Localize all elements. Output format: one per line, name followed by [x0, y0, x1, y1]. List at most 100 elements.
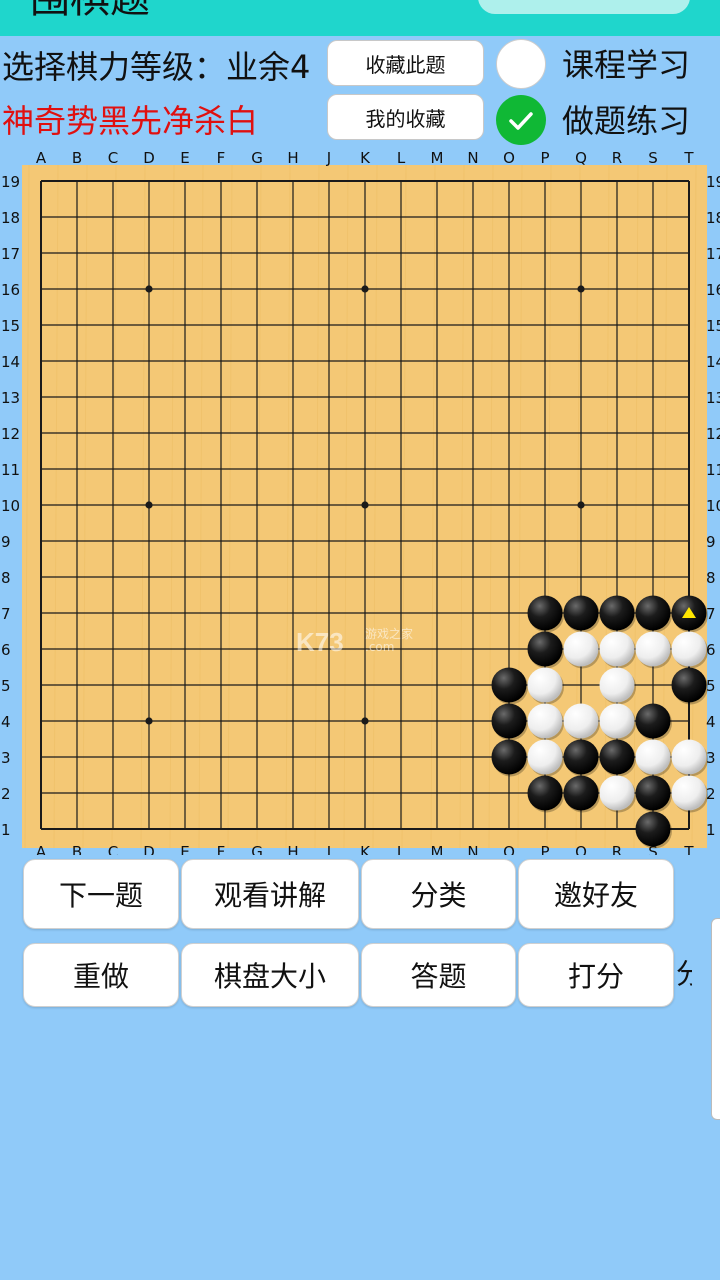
black-stone[interactable]: [671, 667, 707, 703]
white-stone[interactable]: [599, 667, 635, 703]
practice-mode-label[interactable]: 做题练习: [562, 96, 690, 142]
board-size-button[interactable]: 棋盘大小: [181, 943, 359, 1007]
column-label: E: [180, 149, 189, 167]
column-label: G: [251, 149, 263, 167]
column-label: Q: [575, 149, 587, 167]
white-stone[interactable]: [563, 631, 599, 667]
black-stone[interactable]: [599, 595, 635, 631]
black-stone[interactable]: [527, 631, 563, 667]
white-stone[interactable]: [527, 739, 563, 775]
my-bookmarks-button[interactable]: 我的收藏: [327, 94, 484, 140]
column-label: N: [467, 149, 478, 167]
row-label: 15: [1, 317, 20, 335]
row-label: 17: [1, 245, 20, 263]
column-label-bottom: B: [72, 843, 82, 855]
top-pill[interactable]: [478, 0, 690, 14]
black-stone[interactable]: [563, 595, 599, 631]
course-mode-label[interactable]: 课程学习: [562, 40, 690, 86]
checkmark-icon: [509, 112, 533, 130]
white-stone[interactable]: [527, 667, 563, 703]
watermark-domain: .com: [365, 640, 394, 654]
problem-title: 神奇势黑先净杀白: [2, 102, 259, 140]
practice-mode-radio[interactable]: [496, 95, 546, 145]
column-label: K: [360, 149, 371, 167]
black-stone[interactable]: [635, 595, 671, 631]
column-label-bottom: C: [108, 843, 118, 855]
white-stone[interactable]: [671, 631, 707, 667]
column-label-bottom: J: [326, 843, 331, 855]
row-label: 6: [1, 641, 11, 659]
column-label: D: [143, 149, 155, 167]
star-point: [361, 501, 369, 509]
app-title-cut: 围棋题: [30, 0, 150, 24]
column-label: S: [648, 149, 658, 167]
star-point: [145, 501, 153, 509]
column-label-bottom: T: [683, 843, 694, 855]
column-label-bottom: M: [431, 843, 444, 855]
white-stone[interactable]: [563, 703, 599, 739]
level-selector[interactable]: 选择棋力等级：业余4: [2, 42, 327, 88]
row-label: 9: [1, 533, 11, 551]
column-label: C: [108, 149, 118, 167]
watch-explanation-button[interactable]: 观看讲解: [181, 859, 359, 929]
row-label-right: 19: [706, 173, 720, 191]
column-label: L: [397, 149, 406, 167]
white-stone[interactable]: [599, 775, 635, 811]
column-label-bottom: H: [287, 843, 298, 855]
row-label: 10: [1, 497, 20, 515]
white-stone[interactable]: [635, 739, 671, 775]
white-stone[interactable]: [635, 631, 671, 667]
row-label: 14: [1, 353, 20, 371]
white-stone[interactable]: [527, 703, 563, 739]
black-stone[interactable]: [635, 811, 671, 847]
column-label-bottom: E: [180, 843, 189, 855]
row-label: 2: [1, 785, 11, 803]
row-label-right: 8: [706, 569, 716, 587]
row-label: 8: [1, 569, 11, 587]
invite-friends-button[interactable]: 邀好友: [518, 859, 674, 929]
top-banner: 围棋题: [0, 0, 720, 36]
black-stone[interactable]: [527, 595, 563, 631]
category-button[interactable]: 分类: [361, 859, 516, 929]
black-stone[interactable]: [563, 775, 599, 811]
star-point: [361, 285, 369, 293]
column-label: P: [540, 149, 549, 167]
star-point: [145, 285, 153, 293]
white-stone[interactable]: [671, 739, 707, 775]
side-scroll-handle[interactable]: [711, 918, 720, 1120]
column-label-bottom: P: [540, 843, 549, 855]
column-label-bottom: K: [360, 843, 371, 855]
column-label-bottom: F: [217, 843, 226, 855]
next-problem-button[interactable]: 下一题: [23, 859, 179, 929]
column-label-bottom: O: [503, 843, 515, 855]
redo-button[interactable]: 重做: [23, 943, 179, 1007]
go-board-area: ABCDEFGHJKLMNOPQRST ABCDEFGHJKLMNOPQRST …: [0, 145, 720, 861]
bookmark-problem-button[interactable]: 收藏此题: [327, 40, 484, 86]
column-label-bottom: R: [612, 843, 622, 855]
row-label: 7: [1, 605, 11, 623]
watermark-brand: K73: [296, 627, 344, 657]
black-stone[interactable]: [563, 739, 599, 775]
white-stone[interactable]: [671, 775, 707, 811]
row-label: 5: [1, 677, 11, 695]
answer-button[interactable]: 答题: [361, 943, 516, 1007]
row-label-right: 18: [706, 209, 720, 227]
star-point: [145, 717, 153, 725]
black-stone[interactable]: [635, 703, 671, 739]
row-label-right: 10: [706, 497, 720, 515]
black-stone[interactable]: [491, 703, 527, 739]
column-label-bottom: G: [251, 843, 263, 855]
black-stone[interactable]: [491, 739, 527, 775]
black-stone[interactable]: [599, 739, 635, 775]
row-label: 12: [1, 425, 20, 443]
black-stone[interactable]: [491, 667, 527, 703]
row-label-right: 15: [706, 317, 720, 335]
rate-button[interactable]: 打分: [518, 943, 674, 1007]
white-stone[interactable]: [599, 703, 635, 739]
course-mode-radio[interactable]: [496, 39, 546, 89]
black-stone[interactable]: [527, 775, 563, 811]
column-label: R: [612, 149, 622, 167]
white-stone[interactable]: [599, 631, 635, 667]
black-stone[interactable]: [635, 775, 671, 811]
go-board[interactable]: ABCDEFGHJKLMNOPQRST ABCDEFGHJKLMNOPQRST …: [0, 145, 720, 861]
